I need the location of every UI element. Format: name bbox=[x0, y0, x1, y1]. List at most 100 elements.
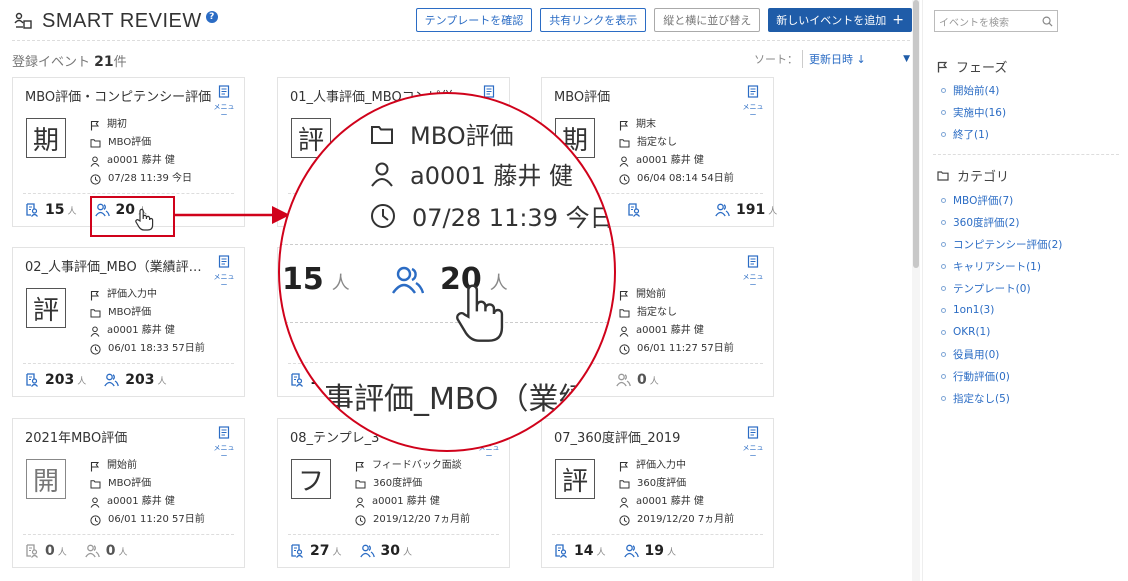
mag-left-unit: 人 bbox=[331, 273, 350, 294]
bullet-icon bbox=[941, 395, 946, 401]
card-menu-button[interactable]: メニュー bbox=[741, 84, 765, 119]
participant-count[interactable]: 19 人 bbox=[623, 543, 676, 559]
event-meta: 評価入力中 MBO評価 a0001 藤井 健 06/01 18:33 57日前 bbox=[90, 286, 205, 358]
category-filter-list: MBO評価(7) 360度評価(2) コンピテンシー評価(2) キャリアシート(1) テ… bbox=[941, 189, 1062, 409]
category-filter-item[interactable]: OKR(1) bbox=[941, 321, 1062, 343]
person-unit: 人 bbox=[332, 547, 342, 558]
card-menu-button[interactable]: メニュー bbox=[741, 254, 765, 289]
updated-value: 07/28 11:39 今日 bbox=[108, 173, 192, 184]
mag-divider-2 bbox=[280, 322, 614, 323]
owner-value: a0001 藤井 健 bbox=[636, 325, 704, 336]
phase-filter-item[interactable]: 実施中(16) bbox=[941, 101, 1006, 123]
folder-icon bbox=[619, 139, 630, 148]
bullet-icon bbox=[941, 351, 946, 357]
reviewee-count[interactable] bbox=[627, 203, 697, 217]
view-template-button[interactable]: テンプレートを確認 bbox=[415, 8, 533, 32]
reviewer-icon bbox=[555, 544, 567, 558]
card-menu-button[interactable]: メニュー bbox=[212, 254, 236, 289]
folder-icon bbox=[355, 480, 366, 489]
mag-category: MBO評価 bbox=[410, 122, 514, 150]
phase-filter-item[interactable]: 開始前(4) bbox=[941, 79, 1006, 101]
reviewer-icon bbox=[26, 544, 38, 558]
event-card[interactable]: 02_人事評価_MBO（業績評… メニュー評 評価入力中 MBO評価 a0001 藤井 … bbox=[12, 247, 245, 397]
owner-value: a0001 藤井 健 bbox=[107, 496, 175, 507]
participant-count[interactable]: 203 人 bbox=[104, 372, 167, 388]
mag-card-title: 事評価_MBO（業績評 bbox=[324, 382, 616, 417]
event-title[interactable]: 02_人事評価_MBO（業績評… bbox=[25, 256, 221, 275]
mag-updated-row: 07/28 11:39 今日 bbox=[370, 198, 614, 233]
participant-count[interactable]: 191 人 bbox=[715, 202, 777, 218]
app-title: SMART REVIEW bbox=[42, 9, 202, 32]
category-filter-item[interactable]: キャリアシート(1) bbox=[941, 255, 1062, 277]
card-menu-button[interactable]: メニュー bbox=[212, 84, 236, 119]
pointer-hand-icon bbox=[456, 284, 504, 342]
scrollbar[interactable] bbox=[912, 0, 920, 581]
updated-value: 06/01 11:27 57日前 bbox=[637, 343, 734, 354]
participant-count[interactable]: 0人 bbox=[616, 372, 659, 388]
participant-count[interactable]: 0人 bbox=[85, 543, 128, 559]
card-menu-button[interactable]: メニュー bbox=[741, 425, 765, 460]
participant-count-value: 0 bbox=[637, 372, 647, 388]
folder-icon bbox=[619, 309, 630, 318]
magnifier-callout: MBO評価 a0001 藤井 健 07/28 11:39 今日 15 人 20 … bbox=[278, 92, 616, 452]
card-divider bbox=[23, 534, 234, 535]
folder-icon bbox=[90, 309, 101, 318]
phase-badge: 期 bbox=[26, 118, 66, 158]
card-stats: 0人 0人 bbox=[25, 543, 146, 559]
sort-value: 更新日時 ↓ bbox=[809, 53, 866, 66]
reviewer-icon bbox=[291, 544, 303, 558]
filter-label: 役員用(0) bbox=[953, 348, 1000, 361]
callout-arrow bbox=[175, 206, 290, 224]
owner-row: a0001 藤井 健 bbox=[619, 152, 734, 170]
mag-left-count: 15 bbox=[282, 262, 324, 297]
category-filter-item[interactable]: テンプレート(0) bbox=[941, 277, 1062, 299]
category-filter-item[interactable]: 指定なし(5) bbox=[941, 387, 1062, 409]
people-tree-icon bbox=[12, 10, 34, 32]
card-menu-label: メニュー bbox=[742, 273, 764, 289]
event-title[interactable]: MBO評価・コンピテンシー評価 bbox=[25, 86, 221, 105]
category-filter-item[interactable]: 役員用(0) bbox=[941, 343, 1062, 365]
reviewee-count[interactable]: 203 人 bbox=[25, 372, 86, 388]
menu-document-icon bbox=[747, 85, 759, 98]
person-icon bbox=[90, 326, 100, 337]
category-filter-item[interactable]: 1on1(3) bbox=[941, 299, 1062, 321]
participant-count[interactable]: 30 人 bbox=[359, 543, 412, 559]
category-row: MBO評価 bbox=[90, 304, 205, 322]
group-icon bbox=[715, 203, 730, 217]
reviewee-count[interactable]: 27 人 bbox=[290, 543, 342, 559]
reviewee-count[interactable]: 14 人 bbox=[554, 543, 606, 559]
phase-row: 評価入力中 bbox=[619, 457, 734, 475]
category-filter-item[interactable]: 360度評価(2) bbox=[941, 211, 1062, 233]
phase-value: フィードバック面談 bbox=[372, 460, 462, 471]
phase-filter-item[interactable]: 終了(1) bbox=[941, 123, 1006, 145]
event-title[interactable]: 2021年MBO評価 bbox=[25, 427, 221, 446]
category-filter-item[interactable]: MBO評価(7) bbox=[941, 189, 1062, 211]
card-menu-button[interactable]: メニュー bbox=[212, 425, 236, 460]
category-filter-item[interactable]: 行動評価(0) bbox=[941, 365, 1062, 387]
folder-icon bbox=[371, 125, 393, 144]
phase-value: 評価入力中 bbox=[636, 460, 686, 471]
add-event-button[interactable]: 新しいイベントを追加 + bbox=[768, 8, 912, 32]
reviewee-count[interactable]: 15 人 bbox=[25, 202, 77, 218]
help-icon[interactable]: ? bbox=[205, 11, 218, 23]
rearrange-layout-button[interactable]: 縦と横に並び替え bbox=[654, 8, 761, 32]
show-share-link-button[interactable]: 共有リンクを表示 bbox=[540, 8, 647, 32]
person-unit: 人 bbox=[666, 547, 676, 558]
event-search-input[interactable]: イベントを検索 bbox=[934, 10, 1058, 32]
event-list-page: SMART REVIEW ? テンプレートを確認 共有リンクを表示 縦と横に並び… bbox=[0, 0, 1128, 581]
flag-icon bbox=[937, 61, 948, 72]
category-filter-item[interactable]: コンピテンシー評価(2) bbox=[941, 233, 1062, 255]
reviewee-count-value: 0 bbox=[45, 543, 55, 559]
menu-document-icon bbox=[218, 255, 230, 268]
event-card[interactable]: 2021年MBO評価 メニュー開 開始前 MBO評価 a0001 藤井 健 06/01 1… bbox=[12, 418, 245, 568]
filter-label: テンプレート(0) bbox=[953, 282, 1031, 295]
highlight-box bbox=[90, 196, 175, 237]
category-row: 指定なし bbox=[619, 304, 734, 322]
menu-document-icon bbox=[218, 426, 230, 439]
reviewee-count[interactable]: 0人 bbox=[25, 543, 67, 559]
scrollbar-thumb[interactable] bbox=[913, 0, 919, 268]
folder-icon bbox=[90, 480, 101, 489]
sort-select[interactable]: 更新日時 ↓ ▼ bbox=[802, 50, 910, 68]
owner-value: a0001 藤井 健 bbox=[107, 155, 175, 166]
mag-left-stat: 15 人 bbox=[282, 262, 350, 297]
